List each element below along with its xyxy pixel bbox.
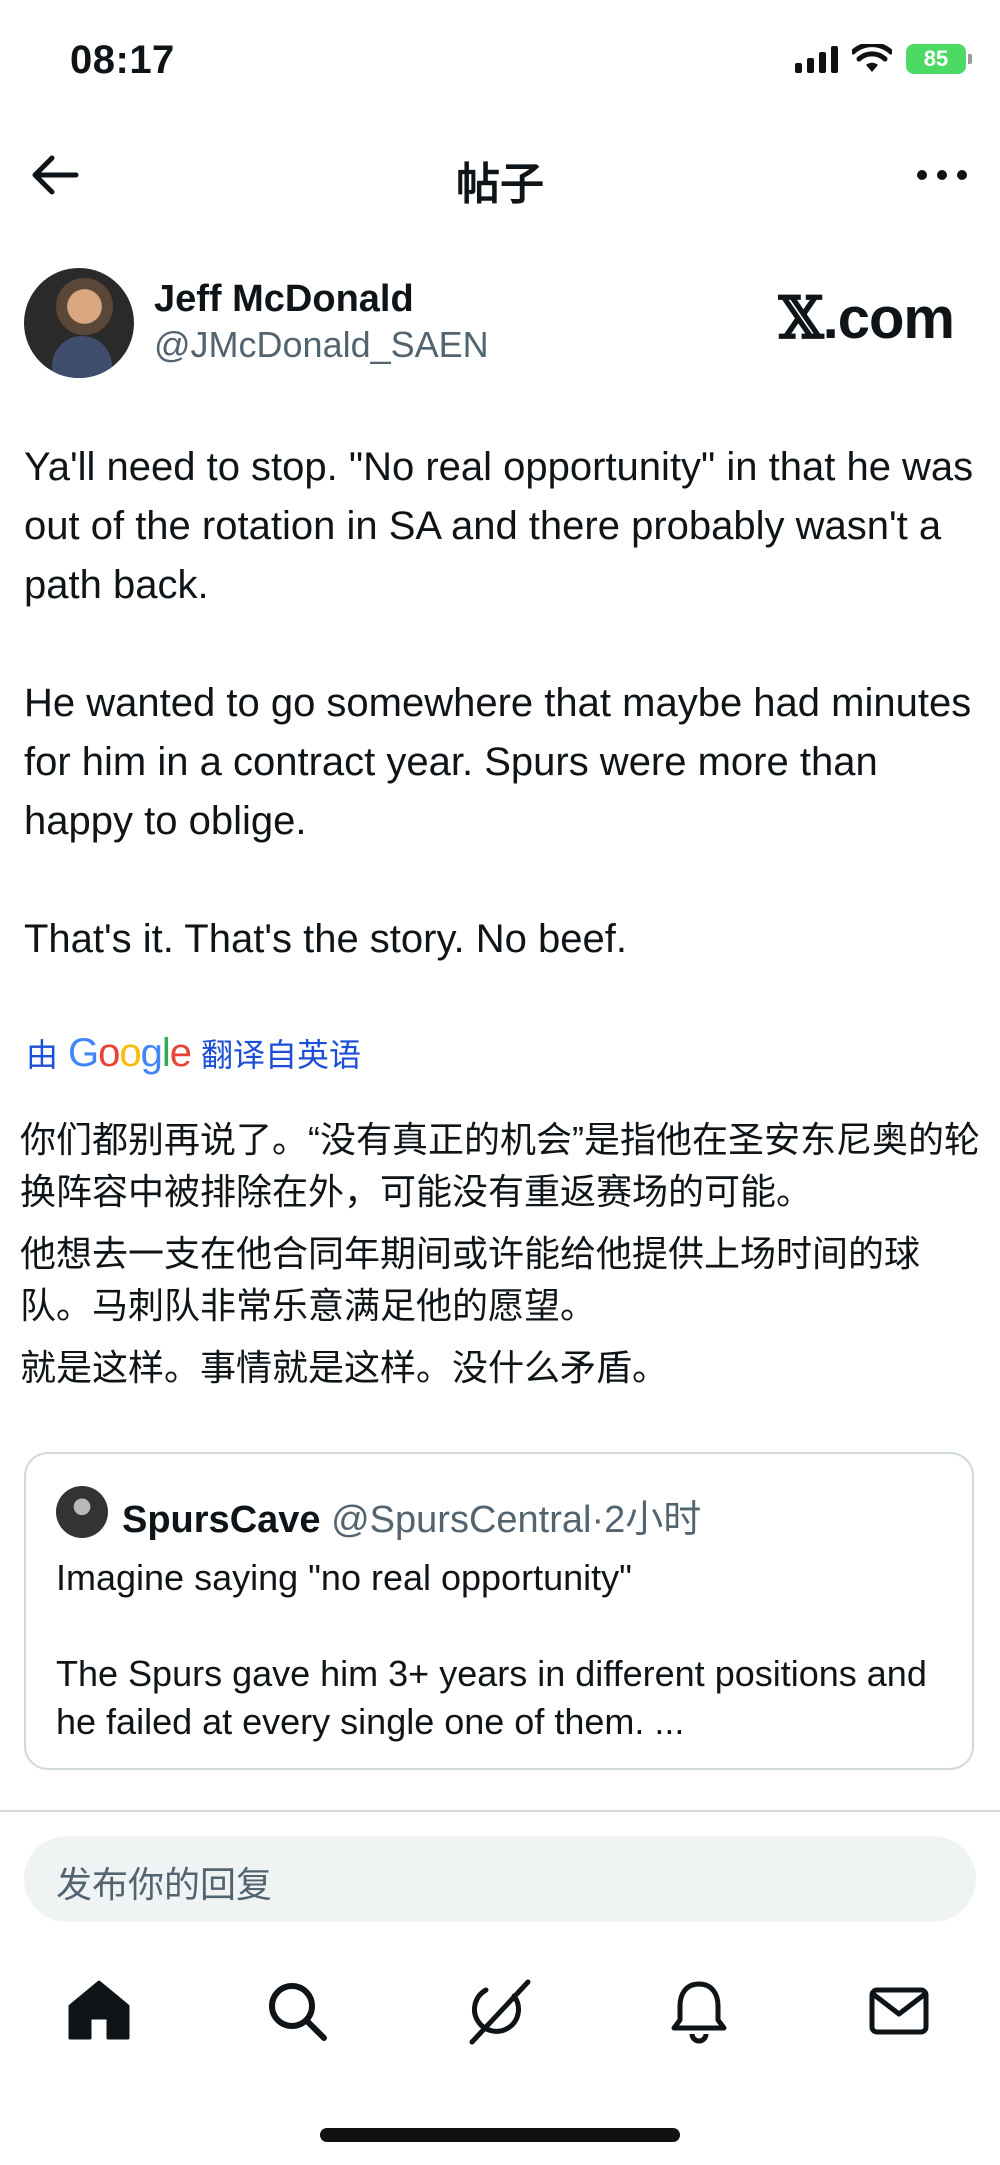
signal-icon [795, 45, 838, 73]
status-time: 08:17 [70, 38, 175, 82]
tweet-author: Jeff McDonald @JMcDonald_SAEN 𝕏.com [0, 262, 1000, 382]
quoted-tweet[interactable]: SpursCave @SpursCentral·2小时 Imagine sayi… [24, 1452, 974, 1770]
quoted-avatar [56, 1486, 108, 1538]
bottom-nav [0, 1962, 1000, 2062]
wifi-icon [852, 44, 892, 72]
notifications-icon[interactable] [664, 1976, 734, 2046]
reply-placeholder: 发布你的回复 [56, 1864, 273, 1905]
quoted-tweet-text: Imagine saying "no real opportunity" The… [56, 1554, 956, 1746]
quoted-separator: · [591, 1499, 605, 1541]
quoted-timestamp: 2小时 [604, 1499, 702, 1541]
tweet-paragraph: Ya'll need to stop. "No real opportunity… [24, 445, 974, 607]
x-com-logo: 𝕏.com [778, 284, 955, 352]
translated-text: 你们都别再说了。“没有真正的机会”是指他在圣安东尼奥的轮换阵容中被排除在外，可能… [20, 1114, 980, 1404]
x-com-domain: .com [822, 286, 955, 351]
tweet-text: Ya'll need to stop. "No real opportunity… [24, 438, 974, 969]
battery-level: 85 [923, 46, 949, 71]
translation-attribution[interactable]: 由 Google 翻译自英语 [26, 1030, 361, 1076]
translation-prefix: 由 [26, 1037, 59, 1073]
translated-paragraph: 就是这样。事情就是这样。没什么矛盾。 [20, 1347, 669, 1388]
translated-paragraph: 你们都别再说了。“没有真正的机会”是指他在圣安东尼奥的轮换阵容中被排除在外，可能… [20, 1119, 980, 1212]
status-icons: 85 [795, 44, 972, 74]
reply-input[interactable]: 发布你的回复 [24, 1836, 976, 1922]
messages-icon[interactable] [864, 1976, 934, 2046]
author-name[interactable]: Jeff McDonald [154, 278, 414, 321]
grok-icon[interactable] [464, 1976, 534, 2046]
more-options-icon[interactable] [912, 150, 972, 200]
tweet-paragraph: That's it. That's the story. No beef. [24, 917, 627, 961]
quoted-tweet-header: SpursCave @SpursCentral·2小时 [122, 1488, 701, 1543]
avatar[interactable] [24, 268, 134, 378]
search-icon[interactable] [262, 1976, 332, 2046]
translation-suffix: 翻译自英语 [201, 1037, 362, 1073]
x-logo-icon: 𝕏 [778, 284, 824, 352]
top-bar: 帖子 [0, 130, 1000, 220]
divider [0, 1810, 1000, 1812]
home-icon[interactable] [64, 1976, 134, 2046]
quoted-author-handle: @SpursCentral [331, 1499, 592, 1541]
author-handle[interactable]: @JMcDonald_SAEN [154, 324, 489, 366]
page-title: 帖子 [456, 160, 544, 209]
status-bar: 08:17 85 [0, 0, 1000, 120]
quoted-paragraph: The Spurs gave him 3+ years in different… [56, 1653, 927, 1742]
quoted-author-name: SpursCave [122, 1499, 321, 1541]
quoted-paragraph: Imagine saying "no real opportunity" [56, 1557, 632, 1598]
tweet-paragraph: He wanted to go somewhere that maybe had… [24, 681, 972, 843]
google-logo: Google [68, 1030, 192, 1075]
home-indicator [320, 2128, 680, 2142]
battery-icon: 85 [906, 44, 972, 74]
translated-paragraph: 他想去一支在他合同年期间或许能给他提供上场时间的球队。马刺队非常乐意满足他的愿望… [20, 1233, 921, 1326]
